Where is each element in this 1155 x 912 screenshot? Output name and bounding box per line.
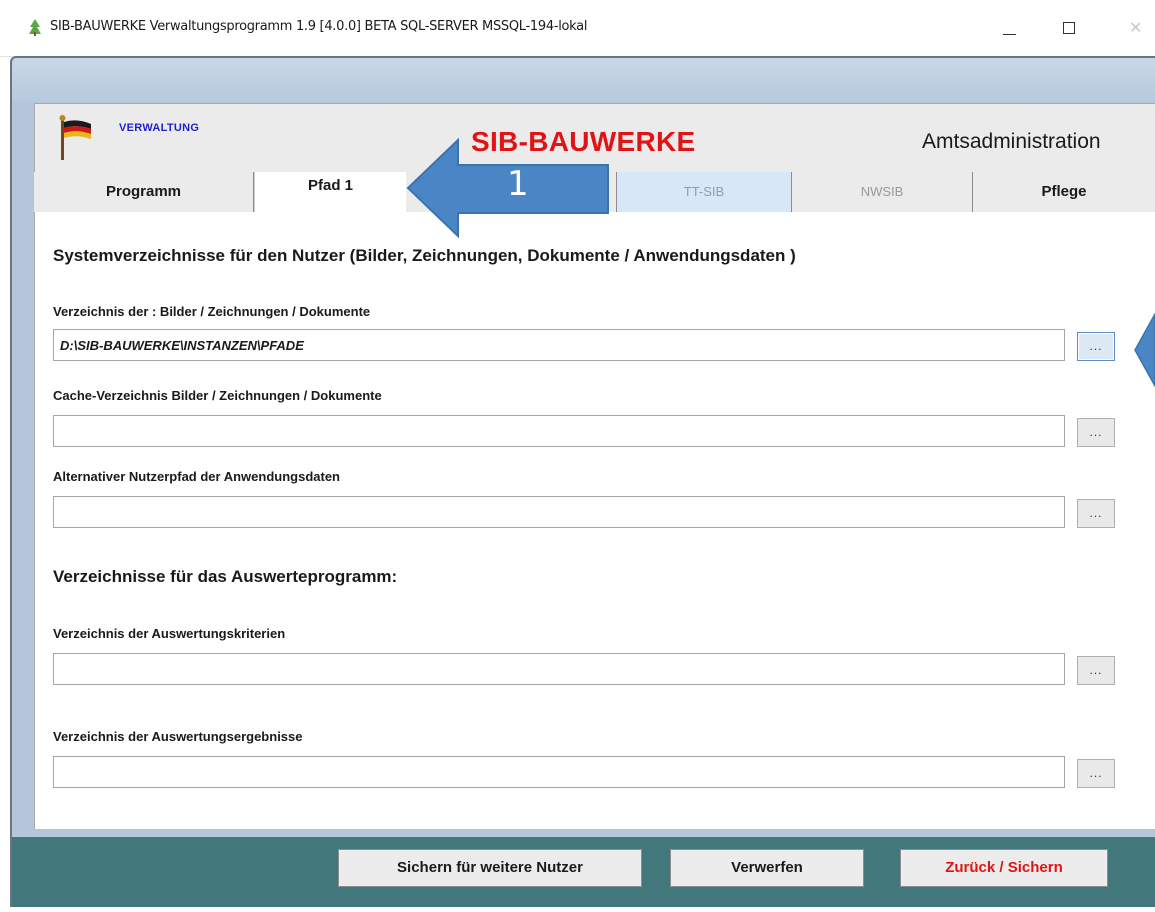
results-dir-input[interactable]: [53, 756, 1065, 788]
field-label-cache-dir: Cache-Verzeichnis Bilder / Zeichnungen /…: [53, 388, 382, 403]
tab-pflege[interactable]: Pflege: [973, 172, 1155, 212]
role-title: Amtsadministration: [922, 130, 1101, 153]
frame-top-band: [12, 58, 1155, 102]
window-titlebar: SIB-BAUWERKE Verwaltungsprogramm 1.9 [4.…: [0, 0, 1155, 57]
section-label: VERWALTUNG: [119, 122, 200, 134]
window-title: SIB-BAUWERKE Verwaltungsprogramm 1.9 [4.…: [50, 19, 588, 34]
tab-pfad-1[interactable]: Pfad 1: [254, 172, 406, 212]
field-label-criteria-dir: Verzeichnis der Auswertungskriterien: [53, 626, 286, 641]
alt-user-path-input[interactable]: [53, 496, 1065, 528]
images-dir-input[interactable]: [53, 329, 1065, 361]
field-label-results-dir: Verzeichnis der Auswertungsergebnisse: [53, 729, 303, 744]
browse-alt-user-path-button[interactable]: ...: [1077, 499, 1115, 528]
app-icon: [29, 19, 41, 36]
browse-results-dir-button[interactable]: ...: [1077, 759, 1115, 788]
browse-cache-dir-button[interactable]: ...: [1077, 418, 1115, 447]
close-button[interactable]: ✕: [1112, 10, 1152, 46]
cache-dir-input[interactable]: [53, 415, 1065, 447]
browse-images-dir-button[interactable]: ...: [1077, 332, 1115, 361]
minimize-button[interactable]: [994, 10, 1034, 46]
close-icon: ✕: [1129, 20, 1143, 37]
maximize-button[interactable]: [1048, 10, 1088, 46]
back-save-button[interactable]: Zurück / Sichern: [900, 849, 1108, 887]
tab-nwsib[interactable]: NWSIB: [792, 172, 973, 212]
section-heading-evaluation: Verzeichnisse für das Auswerteprogramm:: [53, 567, 398, 586]
annotation-arrow-right-icon: [1134, 312, 1155, 388]
field-label-images-dir: Verzeichnis der : Bilder / Zeichnungen /…: [53, 304, 371, 319]
tab-programm[interactable]: Programm: [34, 172, 254, 212]
flag-logo-icon: [59, 115, 91, 160]
browse-criteria-dir-button[interactable]: ...: [1077, 656, 1115, 685]
annotation-step-number: 1: [507, 164, 529, 204]
save-for-users-button[interactable]: Sichern für weitere Nutzer: [338, 849, 642, 887]
section-heading-user-dirs: Systemverzeichnisse für den Nutzer (Bild…: [53, 246, 796, 265]
criteria-dir-input[interactable]: [53, 653, 1065, 685]
field-label-alt-user-path: Alternativer Nutzerpfad der Anwendungsda…: [53, 469, 340, 484]
tab-tt-sib[interactable]: TT-SIB: [616, 172, 792, 212]
discard-button[interactable]: Verwerfen: [670, 849, 864, 887]
pfad-panel: Systemverzeichnisse für den Nutzer (Bild…: [34, 212, 1155, 829]
